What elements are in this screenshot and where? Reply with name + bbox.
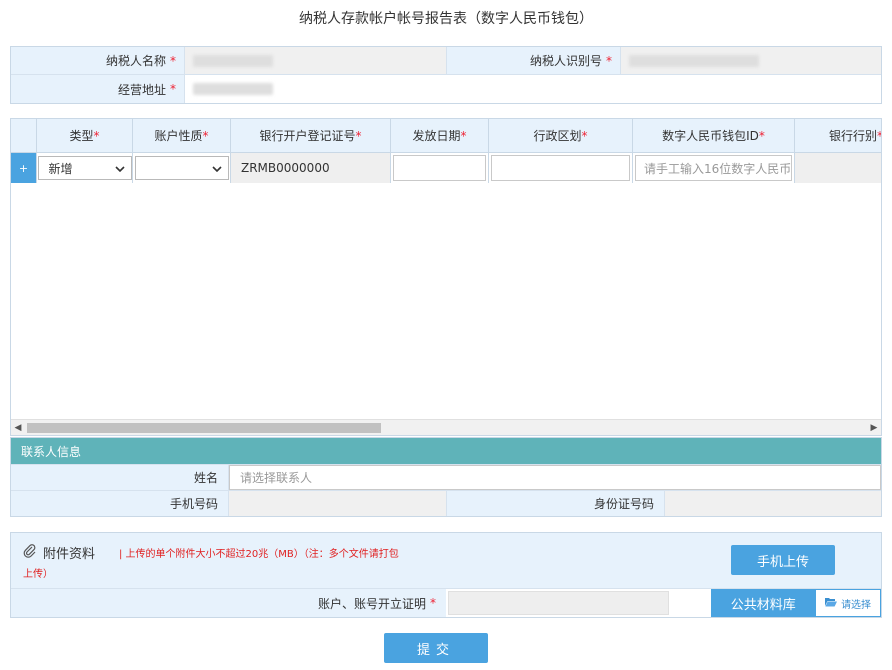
column-issue-date: 发放日期 * — [391, 119, 489, 152]
proof-value — [448, 591, 670, 615]
attachment-title-text: 附件资料 — [43, 547, 96, 562]
wallet-id-cell: 请手工输入16位数字人民币钱包ID — [633, 153, 795, 183]
type-select-value: 新增 — [48, 161, 73, 176]
proof-label: 账户、账号开立证明 * — [11, 589, 446, 617]
wallet-id-input[interactable]: 请手工输入16位数字人民币钱包ID — [635, 155, 792, 181]
phone-value — [229, 491, 447, 516]
type-select-cell: 新增 — [37, 153, 133, 183]
mobile-upload-button[interactable]: 手机上传 — [731, 545, 835, 575]
contact-section: 联系人信息 姓名 请选择联系人 手机号码 身份证号码 — [10, 437, 882, 517]
admin-region-cell — [489, 153, 633, 183]
upload-note-cont: 上传） — [23, 569, 53, 580]
contact-name-input[interactable]: 请选择联系人 — [229, 465, 881, 490]
scrollbar-thumb[interactable] — [27, 423, 381, 433]
phone-label: 手机号码 — [11, 491, 229, 516]
public-library-button[interactable]: 公共材料库 — [711, 589, 816, 617]
scroll-right-icon[interactable]: ▶ — [867, 420, 881, 435]
registration-no-cell: ZRMB0000000 — [231, 153, 391, 183]
folder-open-icon — [825, 597, 838, 610]
column-registration-no: 银行开户登记证号 * — [231, 119, 391, 152]
admin-region-input[interactable] — [491, 155, 630, 181]
submit-button[interactable]: 提交 — [384, 633, 488, 663]
add-row-button[interactable]: + — [11, 153, 37, 183]
chevron-down-icon — [114, 161, 125, 175]
issue-date-input[interactable] — [393, 155, 486, 181]
column-account-nature: 账户性质 * — [133, 119, 231, 152]
upload-note: | 上传的单个附件大小不超过20兆（MB）（注：多个文件请打包 — [119, 549, 399, 560]
id-number-label: 身份证号码 — [447, 491, 665, 516]
attachment-section: 附件资料 | 上传的单个附件大小不超过20兆（MB）（注：多个文件请打包 上传）… — [10, 532, 882, 618]
scroll-left-icon[interactable]: ◀ — [11, 420, 25, 435]
taxpayer-info-table: 纳税人名称 * 纳税人识别号 * 经营地址 * — [10, 46, 882, 104]
account-grid: 类型 * 账户性质 * 银行开户登记证号 * 发放日期 * 行政区划 * 数字人民币钱包… — [10, 118, 882, 436]
choose-file-button[interactable]: 请选择 — [815, 589, 881, 617]
proof-spacer — [669, 589, 712, 617]
grid-header: 类型 * 账户性质 * 银行开户登记证号 * 发放日期 * 行政区划 * 数字人民币钱包… — [11, 119, 881, 153]
column-admin-region: 行政区划 * — [489, 119, 633, 152]
taxpayer-name-value — [185, 47, 447, 74]
contact-name-label: 姓名 — [11, 465, 229, 490]
account-nature-cell — [133, 153, 231, 183]
column-wallet-id: 数字人民币钱包ID * — [633, 119, 795, 152]
type-select[interactable]: 新增 — [37, 156, 132, 180]
grid-header-add-col — [11, 119, 37, 152]
horizontal-scrollbar[interactable]: ◀ ▶ — [11, 419, 881, 435]
column-type: 类型 * — [37, 119, 133, 152]
address-label: 经营地址 * — [11, 75, 185, 103]
page-title: 纳税人存款帐户帐号报告表（数字人民币钱包） — [299, 11, 593, 27]
taxpayer-id-value — [621, 47, 881, 74]
id-number-value — [665, 491, 881, 516]
contact-section-title: 联系人信息 — [11, 438, 881, 464]
taxpayer-id-label: 纳税人识别号 * — [447, 47, 621, 74]
address-value — [185, 75, 881, 103]
column-bank-type: 银行行别* — [795, 119, 881, 152]
attachment-title: 附件资料 — [23, 543, 95, 562]
bank-type-cell — [795, 153, 881, 183]
choose-file-label: 请选择 — [841, 599, 872, 611]
paperclip-icon — [23, 543, 37, 562]
chevron-down-icon — [211, 161, 222, 175]
table-row: + 新增 ZRMB0000000 请手工输入16位数字人民币钱包ID — [11, 153, 881, 183]
account-nature-select[interactable] — [134, 156, 229, 180]
issue-date-cell — [391, 153, 489, 183]
taxpayer-name-label: 纳税人名称 * — [11, 47, 185, 74]
